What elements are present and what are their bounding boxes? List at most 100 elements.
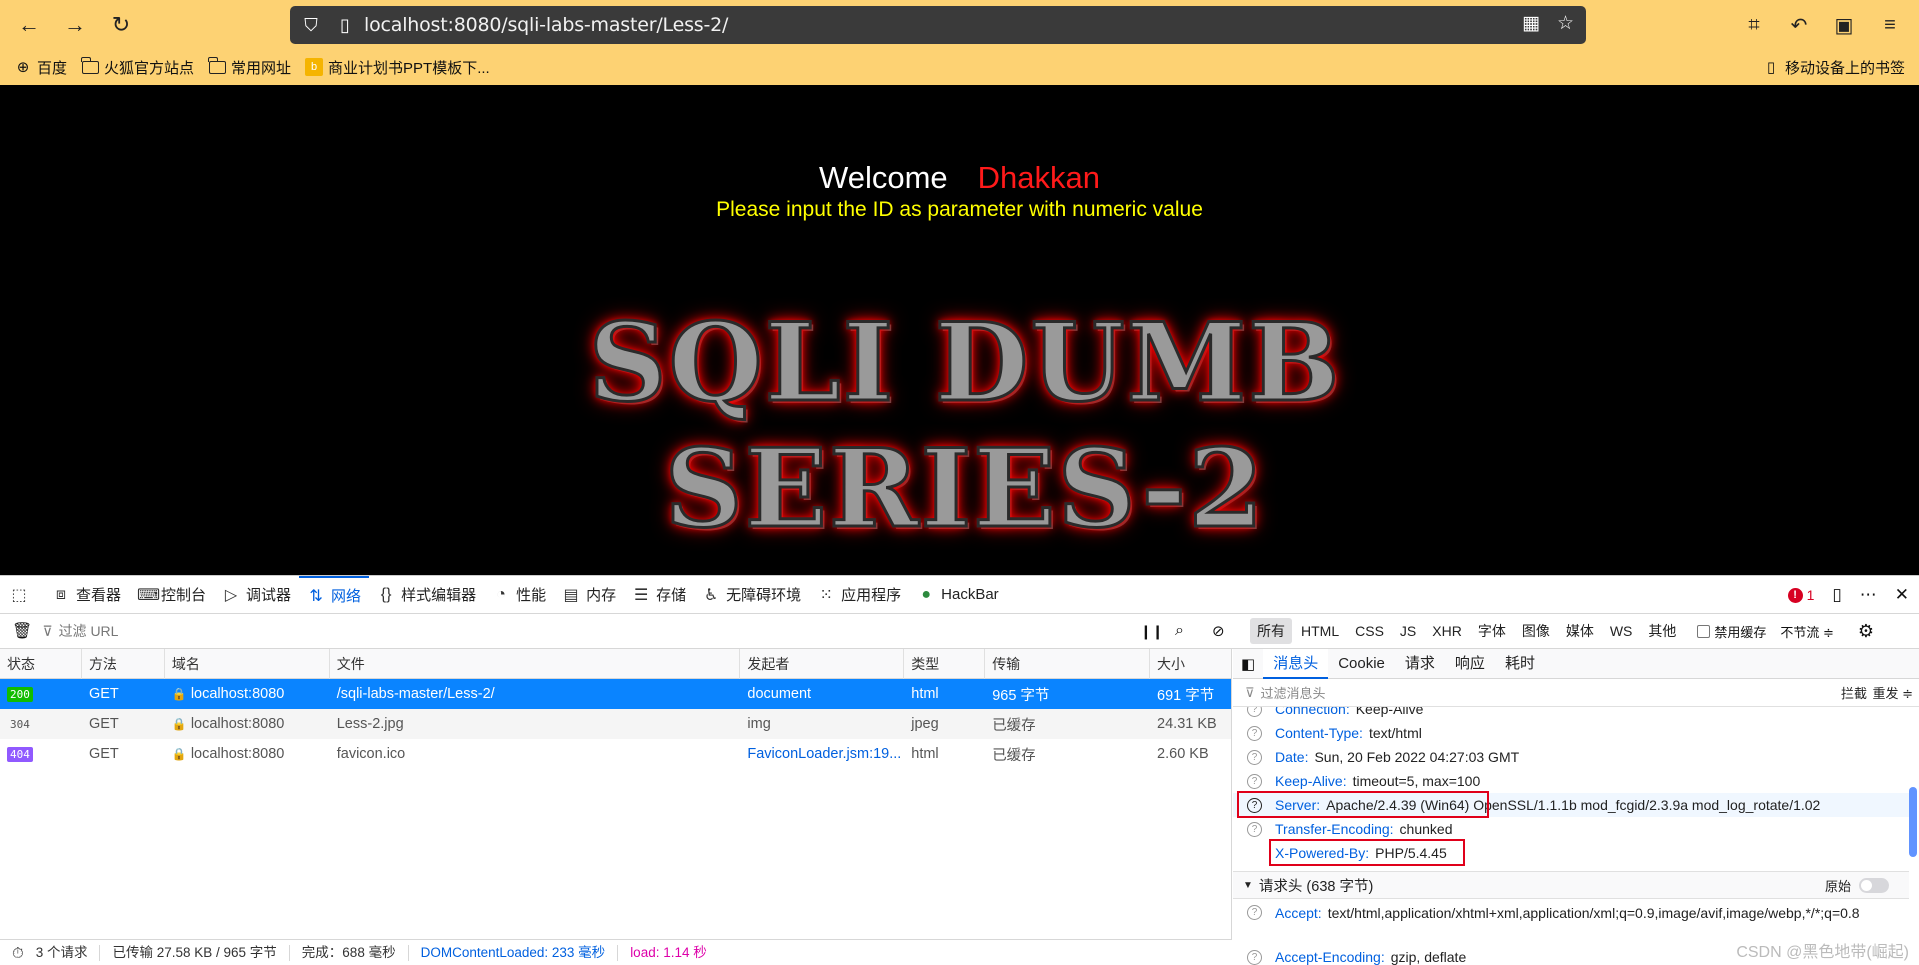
raw-label: 原始 [1824,878,1851,894]
mobile-icon: ▯ [1766,59,1776,76]
col-initiator[interactable]: 发起者 [740,648,905,679]
raw-toggle[interactable] [1859,877,1889,893]
filter-js[interactable]: JS [1393,620,1423,642]
table-row[interactable]: 304 GET 🔒 localhost:8080 Less-2.jpg img j… [0,709,1231,739]
forward-button[interactable]: → [60,10,90,40]
filter-xhr[interactable]: XHR [1425,620,1469,642]
tab-memory[interactable]: ▤ 内存 [554,576,624,614]
back-button[interactable]: ← [14,10,44,40]
tab-storage[interactable]: ☰ 存储 [624,576,694,614]
resend-button[interactable]: 重发 ≑ [1872,683,1913,702]
error-count[interactable]: ! 1 [1787,587,1814,603]
reload-button[interactable]: ↻ [106,10,136,40]
col-status[interactable]: 状态 [0,648,82,679]
filter-images[interactable]: 图像 [1515,618,1557,644]
initiator-link[interactable]: FaviconLoader.jsm:19... [747,746,901,762]
user-name: Dhakkan [977,160,1100,195]
tab-console[interactable]: ⌨ 控制台 [129,576,214,614]
tab-headers[interactable]: 消息头 [1263,648,1329,679]
tab-debugger[interactable]: ▷ 调试器 [214,576,299,614]
filter-url-input[interactable]: ⊽ 过滤 URL [42,621,118,641]
url-text[interactable]: localhost:8080/sqli-labs-master/Less-2/ [364,14,728,36]
help-icon[interactable]: ? [1247,773,1262,789]
tab-timings[interactable]: 耗时 [1495,649,1545,679]
filter-css[interactable]: CSS [1348,620,1391,642]
help-icon[interactable]: ? [1247,905,1262,920]
col-file[interactable]: 文件 [330,648,741,679]
block-icon[interactable]: ⊘ [1212,622,1225,640]
col-method[interactable]: 方法 [82,648,165,679]
more-options-icon[interactable]: ⋯ [1860,585,1877,605]
help-icon[interactable]: ? [1247,821,1262,837]
tab-request[interactable]: 请求 [1395,649,1445,679]
tab-hackbar[interactable]: ● HackBar [909,576,1007,614]
sidebar-toggle-icon[interactable]: ◧ [1241,655,1255,673]
close-devtools-icon[interactable]: ✕ [1895,585,1909,605]
request-list: 状态 方法 域名 文件 发起者 类型 传输 大小 200 GET 🔒 localh… [0,648,1232,939]
tab-cookies[interactable]: Cookie [1328,649,1395,679]
block-button[interactable]: 拦截 [1841,683,1867,702]
table-row[interactable]: 404 GET 🔒 localhost:8080 favicon.ico Favi… [0,739,1231,769]
header-line: ? Connection: Keep-Alive [1233,707,1909,721]
scrollbar[interactable] [1909,787,1917,857]
col-transfer[interactable]: 传输 [985,648,1151,679]
throttle-select[interactable]: 不节流 ≑ [1780,622,1834,641]
help-icon[interactable]: ? [1247,949,1262,965]
bookmark-common-sites[interactable]: 常用网址 [207,56,291,78]
highlight-box [1237,791,1489,818]
tab-inspector[interactable]: ⧈ 查看器 [44,576,129,614]
qrcode-icon[interactable]: ▦ [1522,12,1540,35]
dock-icon[interactable]: ▯ [1832,585,1841,605]
request-list-header: 状态 方法 域名 文件 发起者 类型 传输 大小 [0,648,1231,679]
menu-icon[interactable]: ≡ [1876,11,1904,39]
console-icon: ⌨ [137,586,161,604]
tab-style-editor[interactable]: {} 样式编辑器 [369,576,484,614]
type-filters: 所有 HTML CSS JS XHR 字体 图像 媒体 WS 其他 禁用缓存 不… [1250,618,1874,644]
details-tabs: ◧ 消息头 Cookie 请求 响应 耗时 [1233,648,1919,679]
filter-media[interactable]: 媒体 [1559,618,1601,644]
pick-element-icon[interactable]: ⬚ [0,576,44,614]
tab-response[interactable]: 响应 [1445,649,1495,679]
bookmark-baidu[interactable]: ⊕ 百度 [14,57,67,78]
trash-icon[interactable]: 🗑 [12,621,32,641]
search-icon[interactable]: ⌕ [1175,622,1184,640]
settings-gear-icon[interactable]: ⚙ [1858,621,1874,642]
tab-application[interactable]: ⁙ 应用程序 [809,576,909,614]
bookmark-firefox-sites[interactable]: 火狐官方站点 [80,56,194,78]
disable-cache-checkbox[interactable]: 禁用缓存 [1697,622,1766,641]
undo-icon[interactable]: ↶ [1785,11,1813,39]
stopwatch-icon[interactable]: ⏱ [12,945,24,962]
screenshot-icon[interactable]: ⌗ [1740,11,1768,39]
debugger-icon: ▷ [224,586,238,604]
filter-fonts[interactable]: 字体 [1471,618,1513,644]
page-icon[interactable]: ▯ [332,12,358,38]
mobile-bookmarks[interactable]: ▯ 移动设备上的书签 [1762,57,1905,78]
shield-icon[interactable]: ⛉ [298,12,324,38]
filter-html[interactable]: HTML [1294,620,1346,642]
tab-network[interactable]: ⇅ 网络 [299,575,370,614]
tab-performance[interactable]: ◔ 性能 [484,576,554,614]
help-icon[interactable]: ? [1247,725,1262,741]
bookmark-ppt-templates[interactable]: b 商业计划书PPT模板下... [305,57,490,78]
pause-icon[interactable]: ❙❙ [1140,623,1163,640]
filter-ws[interactable]: WS [1603,620,1640,642]
tab-accessibility[interactable]: ♿ 无障碍环境 [694,576,809,614]
help-icon[interactable]: ? [1247,707,1262,717]
col-size[interactable]: 大小 [1150,649,1231,679]
col-domain[interactable]: 域名 [165,648,330,679]
address-bar[interactable]: ⛉ ▯ localhost:8080/sqli-labs-master/Less… [290,6,1586,44]
header-filter-input[interactable]: ⊽ 过滤消息头 拦截 重发 ≑ [1233,679,1919,707]
help-icon[interactable]: ? [1247,749,1262,765]
header-line: ? Date: Sun, 20 Feb 2022 04:27:03 GMT [1233,745,1909,769]
filter-other[interactable]: 其他 [1641,618,1683,644]
request-headers-section[interactable]: ▼ 请求头 (638 字节) 原始 [1233,871,1909,899]
col-type[interactable]: 类型 [904,648,986,679]
bookmark-star-icon[interactable]: ☆ [1557,12,1574,35]
table-row[interactable]: 200 GET 🔒 localhost:8080 /sqli-labs-maste… [0,679,1231,709]
filter-all[interactable]: 所有 [1250,618,1292,644]
devtools-actions: ! 1 ▯ ⋯ ✕ [1787,576,1909,614]
accessibility-icon: ♿ [703,586,719,604]
error-icon: ! [1787,587,1803,603]
extension-icon[interactable]: ▣ [1830,11,1858,39]
status-badge: 404 [7,747,33,762]
